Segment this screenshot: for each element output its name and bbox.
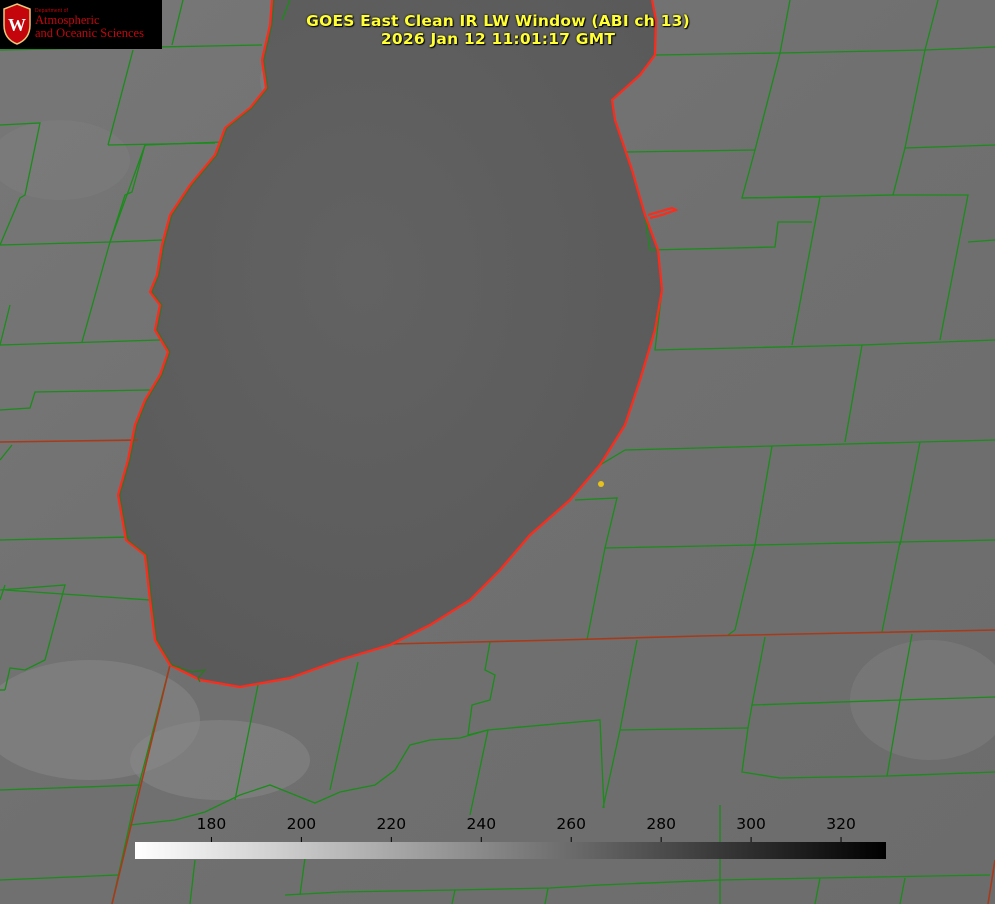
colorbar-tick-label: 180 [196,815,227,833]
colorbar-tick-label: 240 [466,815,497,833]
colorbar-tick-label: 200 [286,815,317,833]
satellite-map: W Department of Atmospheric and Oceanic … [0,0,995,904]
colorbar-tick-label: 220 [376,815,407,833]
colorbar-tick-label: 300 [736,815,766,833]
image-timestamp: 2026 Jan 12 11:01:17 GMT [380,30,616,48]
cloud-patch [130,720,310,800]
svg-text:W: W [8,15,26,35]
colorbar-tick-label: 320 [826,815,856,833]
map-canvas [0,0,995,904]
wisconsin-crest-icon: W [3,3,31,45]
colorbar-tick-label: 280 [646,815,676,833]
location-marker [598,481,604,487]
colorbar-tick-label: 260 [556,815,586,833]
image-title: GOES East Clean IR LW Window (ABI ch 13) [306,12,690,30]
logo-line2: and Oceanic Sciences [35,26,144,40]
aos-logo: W Department of Atmospheric and Oceanic … [0,0,162,49]
colorbar [135,842,886,859]
